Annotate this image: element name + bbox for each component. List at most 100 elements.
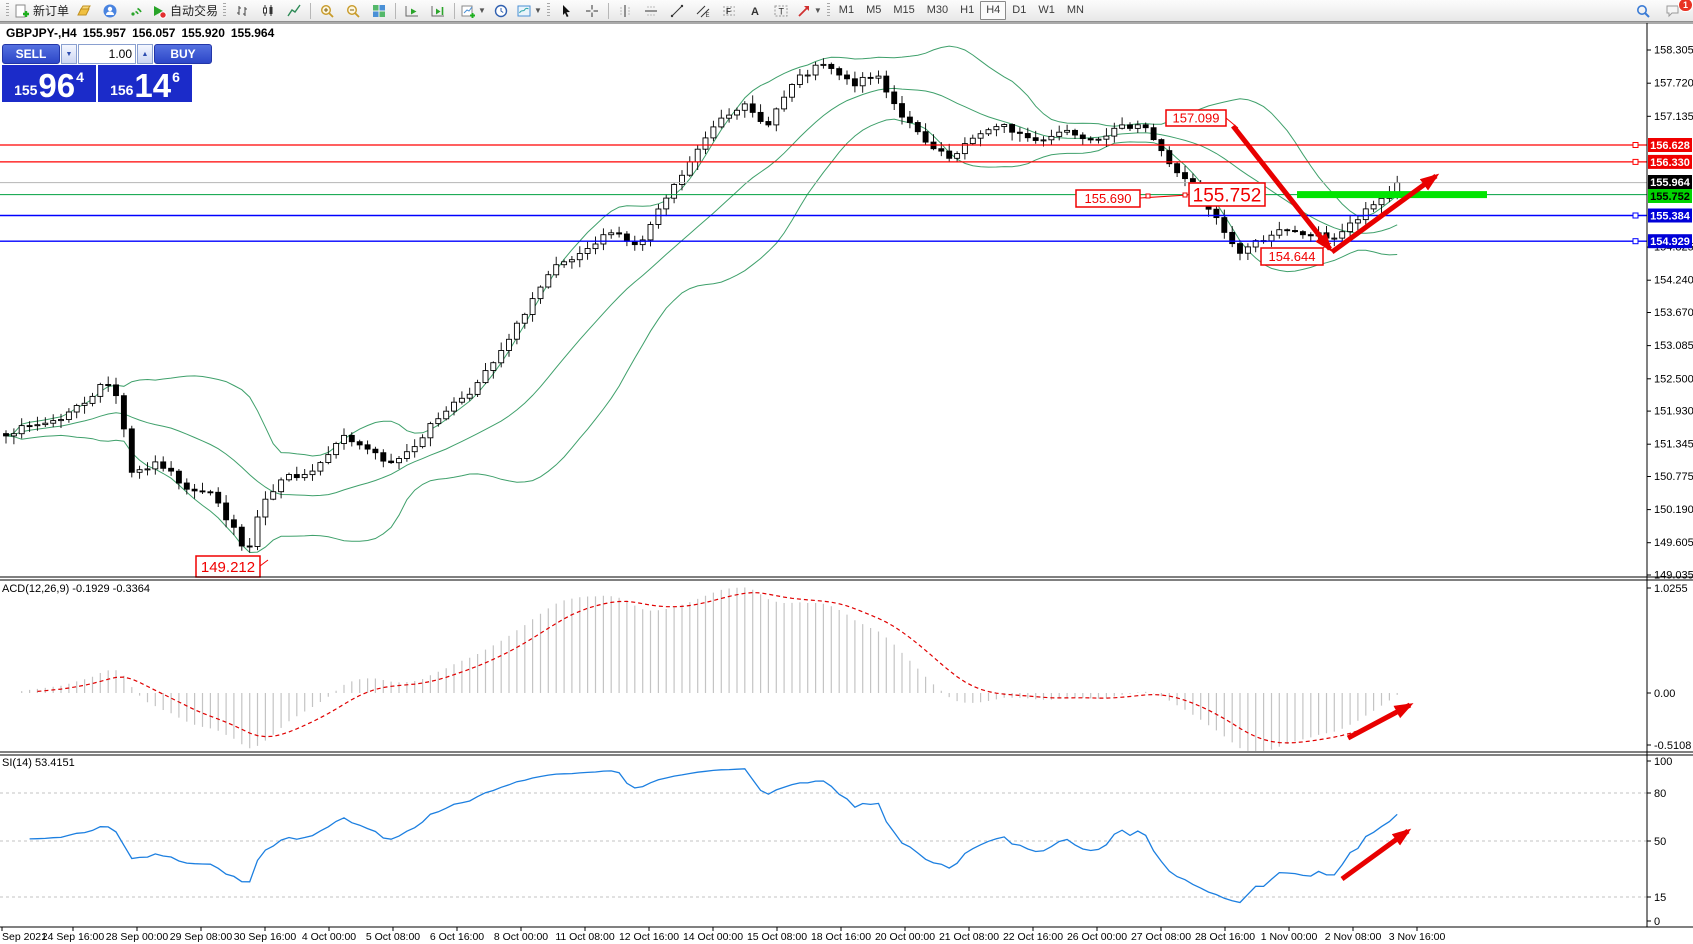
svg-text:28 Oct 16:00: 28 Oct 16:00	[1195, 931, 1255, 943]
community-button[interactable]	[97, 1, 123, 21]
notifications-button[interactable]: 1	[1660, 0, 1693, 21]
svg-text:F: F	[726, 7, 731, 16]
toolbar-grip[interactable]	[6, 3, 9, 18]
timeframe-w1-button[interactable]: W1	[1032, 1, 1061, 20]
search-icon	[1635, 3, 1651, 19]
svg-text:T: T	[778, 6, 784, 16]
svg-text:152.500: 152.500	[1654, 373, 1693, 385]
autotrade-button[interactable]: 自动交易	[149, 1, 220, 21]
label-button[interactable]: T	[768, 1, 794, 21]
buy-price[interactable]: 156 14 6	[98, 65, 192, 102]
svg-text:155.752: 155.752	[1193, 185, 1262, 206]
chart-shift-icon	[430, 3, 446, 19]
timeframe-m1-button[interactable]: M1	[833, 1, 860, 20]
svg-text:149.035: 149.035	[1654, 570, 1693, 582]
channel-icon: E	[695, 3, 711, 19]
toolbar-button-label: 自动交易	[170, 4, 219, 18]
ohlc-header: GBPJPY-,H4 155.957 156.057 155.920 155.964	[6, 26, 280, 40]
text-button[interactable]: A	[742, 1, 768, 21]
volume-decrease-button[interactable]: ▼	[61, 44, 77, 64]
vline-icon	[617, 3, 633, 19]
arrows-icon	[796, 3, 812, 19]
buy-button[interactable]: BUY	[154, 44, 212, 64]
svg-text:3 Nov 16:00: 3 Nov 16:00	[1389, 931, 1446, 943]
trendline-button[interactable]	[664, 1, 690, 21]
template-icon	[516, 3, 532, 19]
one-click-trading-panel: SELL ▼ ▲ BUY 155964 156146	[2, 44, 212, 102]
buy-price-big: 14	[134, 67, 172, 104]
svg-text:20 Oct 00:00: 20 Oct 00:00	[875, 931, 935, 943]
svg-text:157.720: 157.720	[1654, 78, 1693, 90]
svg-text:22 Oct 16:00: 22 Oct 16:00	[1003, 931, 1063, 943]
sell-button[interactable]: SELL	[2, 44, 60, 64]
cursor-icon	[558, 3, 574, 19]
timeframe-h1-button[interactable]: H1	[954, 1, 980, 20]
timeframe-mn-button[interactable]: MN	[1061, 1, 1090, 20]
sell-price-sup: 4	[76, 69, 84, 85]
line-chart-button[interactable]	[281, 1, 307, 21]
timeframe-d1-button[interactable]: D1	[1006, 1, 1032, 20]
fibo-icon: F	[721, 3, 737, 19]
zoom-out-icon	[345, 3, 361, 19]
volume-input[interactable]	[78, 44, 136, 64]
buy-price-small: 156	[110, 82, 134, 98]
tile-windows-button[interactable]	[366, 1, 392, 21]
new-chart-button[interactable]: ▼	[458, 1, 488, 21]
toolbar-grip[interactable]	[826, 3, 830, 18]
bar-chart-button[interactable]	[229, 1, 255, 21]
sell-price-small: 155	[14, 82, 38, 98]
signals-button[interactable]	[123, 1, 149, 21]
signal-icon	[128, 3, 144, 19]
zoom-in-button[interactable]	[314, 1, 340, 21]
chevron-down-icon: ▼	[478, 6, 486, 15]
svg-text:154.240: 154.240	[1654, 275, 1693, 287]
cursor-button[interactable]	[553, 1, 579, 21]
timeframe-m5-button[interactable]: M5	[860, 1, 887, 20]
chart-shift-button[interactable]	[425, 1, 451, 21]
macd-indicator-label: ACD(12,26,9) -0.1929 -0.3364	[2, 583, 150, 595]
svg-text:100: 100	[1654, 756, 1672, 768]
hline-button[interactable]	[638, 1, 664, 21]
gold-icon	[76, 3, 92, 19]
gold-button[interactable]	[71, 1, 97, 21]
toolbar-grip[interactable]	[223, 3, 227, 18]
period-button[interactable]	[488, 1, 514, 21]
svg-text:155.384: 155.384	[1650, 211, 1691, 223]
channel-button[interactable]: E	[690, 1, 716, 21]
ohlc-close: 155.964	[230, 26, 275, 40]
sell-price[interactable]: 155 96 4	[2, 65, 96, 102]
support-zone[interactable]	[1297, 191, 1487, 199]
zoom-out-button[interactable]	[340, 1, 366, 21]
svg-text:-0.5108: -0.5108	[1654, 740, 1691, 752]
candle-chart-button[interactable]	[255, 1, 281, 21]
svg-text:0.00: 0.00	[1654, 688, 1675, 700]
ohlc-open: 155.957	[82, 26, 127, 40]
chart-svg: 157.099 155.690 155.752 154.644 149.212 158.3…	[0, 22, 1693, 944]
svg-text:14 Oct 00:00: 14 Oct 00:00	[683, 931, 743, 943]
volume-increase-button[interactable]: ▲	[137, 44, 153, 64]
symbol-timeframe: GBPJPY-,H4	[6, 26, 77, 40]
svg-text:24 Sep 16:00: 24 Sep 16:00	[42, 931, 105, 943]
vline-button[interactable]	[612, 1, 638, 21]
svg-text:80: 80	[1654, 788, 1666, 800]
new-order-button[interactable]: 新订单	[12, 1, 71, 21]
mt4-window: 157.099 155.690 155.752 154.644 149.212 158.3…	[0, 0, 1693, 944]
crosshair-button[interactable]	[579, 1, 605, 21]
candle-chart-icon	[260, 3, 276, 19]
svg-text:27 Oct 08:00: 27 Oct 08:00	[1131, 931, 1191, 943]
auto-scroll-button[interactable]	[399, 1, 425, 21]
rsi-indicator-label: SI(14) 53.4151	[2, 757, 75, 769]
timeframe-h4-button[interactable]: H4	[980, 1, 1007, 20]
toolbar-grip[interactable]	[546, 3, 550, 18]
toolbar-separator	[395, 2, 397, 19]
svg-text:18 Oct 16:00: 18 Oct 16:00	[811, 931, 871, 943]
svg-text:1.0255: 1.0255	[1654, 583, 1688, 595]
sell-price-big: 96	[38, 67, 76, 104]
arrows-button[interactable]: ▼	[794, 1, 824, 21]
fibo-button[interactable]: F	[716, 1, 742, 21]
toolbar-separator	[310, 2, 312, 19]
search-button[interactable]	[1630, 1, 1656, 21]
template-button[interactable]: ▼	[514, 1, 544, 21]
timeframe-m30-button[interactable]: M30	[921, 1, 954, 20]
timeframe-m15-button[interactable]: M15	[887, 1, 920, 20]
